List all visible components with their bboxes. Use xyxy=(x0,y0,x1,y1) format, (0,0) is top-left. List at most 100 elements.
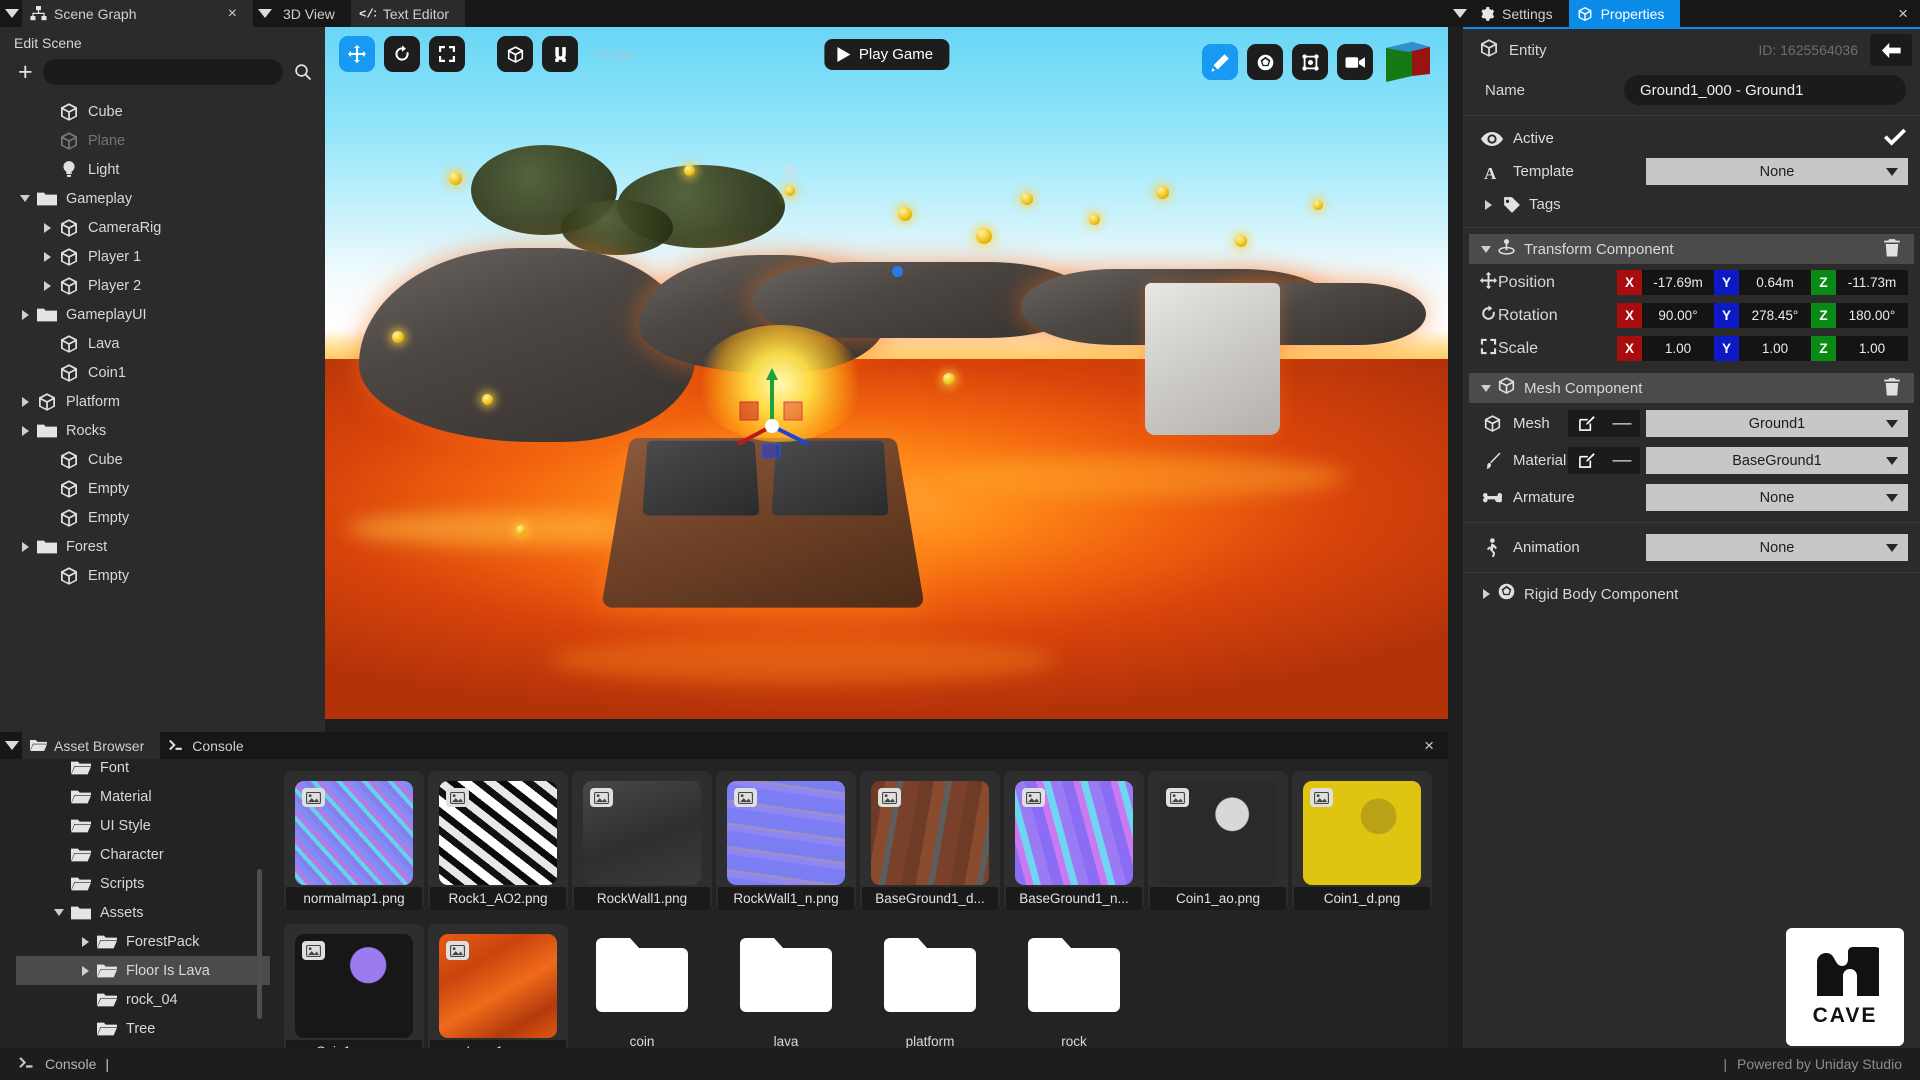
transform-rotation-y-input[interactable]: 278.45° xyxy=(1739,303,1811,328)
asset-folder-item-rock_04[interactable]: rock_04 xyxy=(16,985,270,1014)
asset-folder-item-forestpack[interactable]: ForestPack xyxy=(16,927,270,956)
asset-item[interactable]: rock xyxy=(1004,924,1144,1063)
tab-3d-view[interactable]: 3D View xyxy=(275,0,351,27)
tab-text-editor[interactable]: </> Text Editor xyxy=(350,0,466,27)
transform-scale-y-input[interactable]: 1.00 xyxy=(1739,336,1811,361)
scene-graph-item-gameplayui[interactable]: GameplayUI xyxy=(0,300,325,329)
edit-material-button[interactable] xyxy=(1568,447,1604,474)
search-icon[interactable] xyxy=(293,62,313,82)
status-console-area[interactable]: Console | xyxy=(18,1056,109,1073)
scale-tool-button[interactable] xyxy=(429,36,465,72)
asset-item[interactable]: platform xyxy=(860,924,1000,1063)
template-select[interactable]: None xyxy=(1646,158,1908,185)
scene-graph-item-empty[interactable]: Empty xyxy=(0,561,325,590)
asset-item[interactable]: BaseGround1_n... xyxy=(1004,771,1144,910)
transform-position-x-input[interactable]: -17.69m xyxy=(1642,270,1714,295)
tab-scene-graph[interactable]: Scene Graph × xyxy=(22,0,253,27)
transform-component-header[interactable]: Transform Component xyxy=(1469,234,1914,264)
right-panel-close-button[interactable]: × xyxy=(1886,0,1920,27)
object-mode-button[interactable] xyxy=(497,36,533,72)
asset-item[interactable]: lava xyxy=(716,924,856,1063)
asset-browser-close-button[interactable]: × xyxy=(1410,732,1448,759)
transform-position-z-input[interactable]: -11.73m xyxy=(1836,270,1908,295)
scene-graph-search-input[interactable] xyxy=(42,59,283,85)
tree-twisty[interactable] xyxy=(14,396,36,407)
tree-twisty[interactable] xyxy=(36,251,58,262)
asset-item[interactable]: Coin1_n.png xyxy=(284,924,424,1063)
axis-orientation-cube[interactable] xyxy=(1382,36,1434,88)
transform-rotation-z-input[interactable]: 180.00° xyxy=(1836,303,1908,328)
asset-item[interactable]: normalmap1.png xyxy=(284,771,424,910)
tree-twisty[interactable] xyxy=(36,222,58,233)
entity-name-input[interactable] xyxy=(1624,75,1906,105)
edit-mesh-button[interactable] xyxy=(1568,410,1604,437)
mesh-twisty[interactable] xyxy=(1475,384,1497,392)
scene-graph-item-camerarig[interactable]: CameraRig xyxy=(0,213,325,242)
transform-gizmo[interactable] xyxy=(724,366,844,466)
transform-position-y-input[interactable]: 0.64m xyxy=(1739,270,1811,295)
asset-item[interactable]: coin xyxy=(572,924,712,1063)
rotate-tool-button[interactable] xyxy=(384,36,420,72)
scene-graph-item-plane[interactable]: Plane xyxy=(0,126,325,155)
asset-folder-item-material[interactable]: Material xyxy=(16,782,270,811)
scene-graph-item-light[interactable]: Light xyxy=(0,155,325,184)
scene-graph-panel-menu-caret[interactable] xyxy=(0,0,22,27)
asset-folder-item-tree[interactable]: Tree xyxy=(16,1014,270,1043)
view-panel-menu-caret[interactable] xyxy=(253,0,275,27)
camera-tool-button[interactable] xyxy=(1337,44,1373,80)
right-panel-menu-caret[interactable] xyxy=(1448,0,1470,27)
scene-graph-item-platform[interactable]: Platform xyxy=(0,387,325,416)
scene-graph-item-lava[interactable]: Lava xyxy=(0,329,325,358)
asset-item[interactable]: BaseGround1_d... xyxy=(860,771,1000,910)
delete-transform-component-button[interactable] xyxy=(1882,238,1904,260)
scene-graph-item-gameplay[interactable]: Gameplay xyxy=(0,184,325,213)
mesh-select[interactable]: Ground1 xyxy=(1646,410,1908,437)
folder-twisty[interactable] xyxy=(74,936,96,947)
asset-folder-item-assets[interactable]: Assets xyxy=(16,898,270,927)
animation-select[interactable]: None xyxy=(1646,534,1908,561)
tab-console[interactable]: Console xyxy=(160,732,260,759)
scene-graph-item-cube[interactable]: Cube xyxy=(0,97,325,126)
asset-item[interactable]: Coin1_ao.png xyxy=(1148,771,1288,910)
tab-properties[interactable]: Properties xyxy=(1568,0,1681,27)
asset-browser-menu-caret[interactable] xyxy=(0,732,22,759)
tree-twisty[interactable] xyxy=(14,425,36,436)
asset-item[interactable]: Coin1_d.png xyxy=(1292,771,1432,910)
add-entity-button[interactable]: + xyxy=(18,60,33,85)
transform-twisty[interactable] xyxy=(1475,245,1497,253)
tree-twisty[interactable] xyxy=(14,309,36,320)
armature-select[interactable]: None xyxy=(1646,484,1908,511)
tree-twisty[interactable] xyxy=(36,280,58,291)
asset-folder-item-ui-style[interactable]: UI Style xyxy=(16,811,270,840)
rigid-body-twisty[interactable] xyxy=(1475,589,1497,599)
folder-tree-scrollbar[interactable] xyxy=(257,869,262,1019)
scene-graph-item-empty[interactable]: Empty xyxy=(0,474,325,503)
asset-folder-item-character[interactable]: Character xyxy=(16,840,270,869)
tab-settings[interactable]: Settings xyxy=(1470,0,1569,27)
move-tool-button[interactable] xyxy=(339,36,375,72)
transform-scale-z-input[interactable]: 1.00 xyxy=(1836,336,1908,361)
effects-tool-button[interactable] xyxy=(1202,44,1238,80)
tree-twisty[interactable] xyxy=(14,195,36,202)
asset-item[interactable]: Lava1.png xyxy=(428,924,568,1063)
scene-graph-item-player-1[interactable]: Player 1 xyxy=(0,242,325,271)
play-game-button[interactable]: Play Game xyxy=(823,38,950,70)
scene-graph-item-empty[interactable]: Empty xyxy=(0,503,325,532)
tree-twisty[interactable] xyxy=(14,541,36,552)
asset-item[interactable]: RockWall1_n.png xyxy=(716,771,856,910)
folder-twisty[interactable] xyxy=(74,965,96,976)
asset-item[interactable]: Rock1_AO2.png xyxy=(428,771,568,910)
transform-rotation-x-input[interactable]: 90.00° xyxy=(1642,303,1714,328)
physics-tool-button[interactable] xyxy=(1247,44,1283,80)
material-select[interactable]: BaseGround1 xyxy=(1646,447,1908,474)
tab-scene-graph-close[interactable]: × xyxy=(200,5,237,23)
asset-folder-item-floor-is-lava[interactable]: Floor Is Lava xyxy=(16,956,270,985)
back-button[interactable] xyxy=(1870,34,1912,66)
rigid-body-component-header[interactable]: Rigid Body Component xyxy=(1469,579,1914,609)
scene-graph-item-coin1[interactable]: Coin1 xyxy=(0,358,325,387)
scene-graph-item-player-2[interactable]: Player 2 xyxy=(0,271,325,300)
tab-asset-browser[interactable]: Asset Browser xyxy=(22,732,161,759)
gizmo-frame-button[interactable] xyxy=(1292,44,1328,80)
asset-item[interactable]: RockWall1.png xyxy=(572,771,712,910)
scene-graph-item-forest[interactable]: Forest xyxy=(0,532,325,561)
